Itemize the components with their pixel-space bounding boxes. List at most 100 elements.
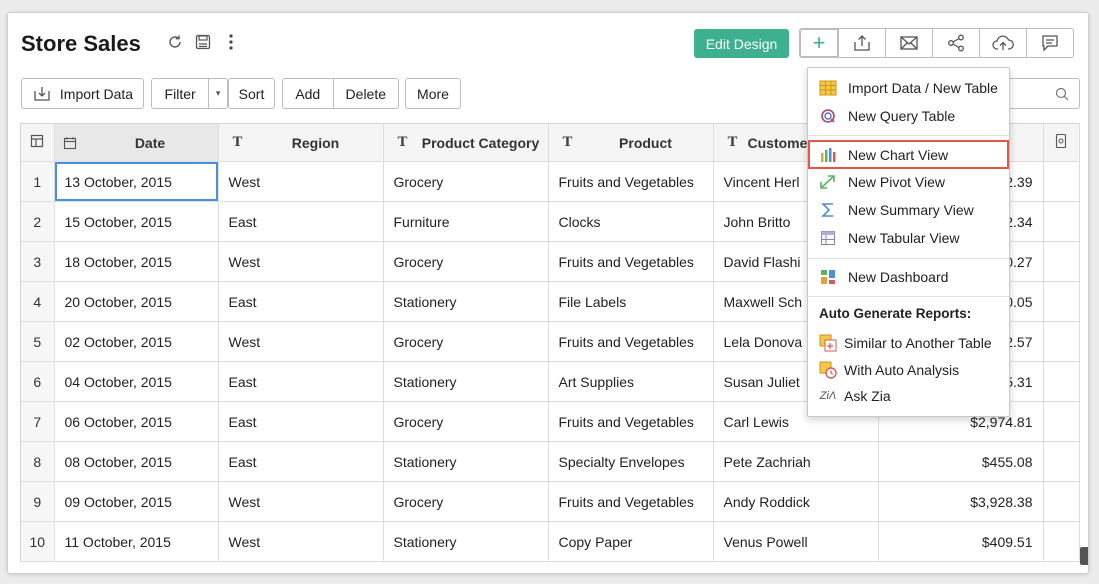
date-cell[interactable]: 06 October, 2015 <box>54 401 219 442</box>
sales-cell[interactable]: $3,928.38 <box>878 481 1044 522</box>
trailing-cell[interactable] <box>1043 201 1080 242</box>
category-cell[interactable]: Furniture <box>383 201 549 242</box>
product-cell[interactable]: Fruits and Vegetables <box>548 161 714 202</box>
date-cell[interactable]: 09 October, 2015 <box>54 481 219 522</box>
row-number[interactable]: 1 <box>21 161 55 202</box>
category-cell[interactable]: Stationery <box>383 281 549 322</box>
menu-item-auto-analysis[interactable]: With Auto Analysis <box>808 357 1009 383</box>
sales-cell[interactable]: $409.51 <box>878 521 1044 562</box>
table-row[interactable]: 8 08 October, 2015 East Stationery Specialty… <box>21 441 1080 482</box>
column-header-region[interactable]: T Region <box>218 123 384 162</box>
category-cell[interactable]: Grocery <box>383 161 549 202</box>
date-cell[interactable]: 13 October, 2015 <box>54 161 219 202</box>
date-cell[interactable]: 15 October, 2015 <box>54 201 219 242</box>
region-cell[interactable]: East <box>218 281 384 322</box>
edit-design-button[interactable]: Edit Design <box>694 29 789 58</box>
customer-cell[interactable]: Venus Powell <box>713 521 879 562</box>
publish-button[interactable] <box>979 28 1027 58</box>
date-cell[interactable]: 11 October, 2015 <box>54 521 219 562</box>
import-data-button[interactable]: Import Data <box>21 78 144 109</box>
menu-item-new-dashboard[interactable]: New Dashboard <box>808 264 1009 290</box>
date-cell[interactable]: 08 October, 2015 <box>54 441 219 482</box>
sort-button[interactable]: Sort <box>228 78 275 109</box>
scroll-handle[interactable] <box>1080 547 1088 565</box>
row-number[interactable]: 10 <box>21 521 55 562</box>
table-row[interactable]: 10 11 October, 2015 West Stationery Copy Pap… <box>21 521 1080 562</box>
product-cell[interactable]: Copy Paper <box>548 521 714 562</box>
category-cell[interactable]: Grocery <box>383 321 549 362</box>
region-cell[interactable]: East <box>218 401 384 442</box>
category-cell[interactable]: Stationery <box>383 441 549 482</box>
trailing-cell[interactable] <box>1043 241 1080 282</box>
save-icon[interactable] <box>194 33 212 51</box>
share-button[interactable] <box>932 28 980 58</box>
product-cell[interactable]: Specialty Envelopes <box>548 441 714 482</box>
region-cell[interactable]: East <box>218 361 384 402</box>
column-header-product-category[interactable]: T Product Category <box>383 123 549 162</box>
create-new-button[interactable]: + <box>799 28 839 58</box>
date-cell[interactable]: 18 October, 2015 <box>54 241 219 282</box>
customer-cell[interactable]: Pete Zachriah <box>713 441 879 482</box>
product-cell[interactable]: File Labels <box>548 281 714 322</box>
menu-item-similar-table[interactable]: Similar to Another Table <box>808 330 1009 356</box>
region-cell[interactable]: West <box>218 161 384 202</box>
category-cell[interactable]: Stationery <box>383 361 549 402</box>
region-cell[interactable]: West <box>218 241 384 282</box>
export-button[interactable] <box>838 28 886 58</box>
region-cell[interactable]: East <box>218 201 384 242</box>
row-number[interactable]: 9 <box>21 481 55 522</box>
filter-button[interactable]: Filter <box>152 79 208 108</box>
row-number[interactable]: 6 <box>21 361 55 402</box>
row-number[interactable]: 8 <box>21 441 55 482</box>
date-cell[interactable]: 04 October, 2015 <box>54 361 219 402</box>
filter-dropdown[interactable]: ▾ <box>208 79 227 108</box>
row-number[interactable]: 7 <box>21 401 55 442</box>
product-cell[interactable]: Clocks <box>548 201 714 242</box>
customer-cell[interactable]: Andy Roddick <box>713 481 879 522</box>
sales-cell[interactable]: $455.08 <box>878 441 1044 482</box>
region-cell[interactable]: West <box>218 521 384 562</box>
product-cell[interactable]: Fruits and Vegetables <box>548 321 714 362</box>
menu-item-new-summary-view[interactable]: New Summary View <box>808 197 1009 223</box>
trailing-cell[interactable] <box>1043 361 1080 402</box>
column-header-product[interactable]: T Product <box>548 123 714 162</box>
row-number[interactable]: 5 <box>21 321 55 362</box>
add-column-header[interactable] <box>1043 123 1080 162</box>
product-cell[interactable]: Art Supplies <box>548 361 714 402</box>
menu-item-new-tabular-view[interactable]: New Tabular View <box>808 225 1009 251</box>
menu-item-new-pivot-view[interactable]: New Pivot View <box>808 169 1009 195</box>
region-cell[interactable]: East <box>218 441 384 482</box>
row-number[interactable]: 3 <box>21 241 55 282</box>
delete-button[interactable]: Delete <box>332 79 398 108</box>
row-select-header[interactable] <box>21 123 55 162</box>
category-cell[interactable]: Grocery <box>383 481 549 522</box>
table-row[interactable]: 9 09 October, 2015 West Grocery Fruits and V… <box>21 481 1080 522</box>
menu-item-ask-zia[interactable]: ZiΛ Ask Zia <box>808 383 1009 409</box>
menu-item-new-query-table[interactable]: New Query Table <box>808 103 1009 129</box>
more-vertical-icon[interactable] <box>222 33 240 51</box>
product-cell[interactable]: Fruits and Vegetables <box>548 241 714 282</box>
email-button[interactable] <box>885 28 933 58</box>
region-cell[interactable]: West <box>218 481 384 522</box>
menu-item-new-chart-view[interactable]: New Chart View <box>808 140 1009 169</box>
category-cell[interactable]: Stationery <box>383 521 549 562</box>
refresh-icon[interactable] <box>166 33 184 51</box>
trailing-cell[interactable] <box>1043 161 1080 202</box>
row-number[interactable]: 2 <box>21 201 55 242</box>
trailing-cell[interactable] <box>1043 481 1080 522</box>
category-cell[interactable]: Grocery <box>383 401 549 442</box>
column-header-date[interactable]: Date <box>54 123 219 162</box>
comment-button[interactable] <box>1026 28 1074 58</box>
trailing-cell[interactable] <box>1043 281 1080 322</box>
search-input[interactable] <box>1001 78 1080 109</box>
menu-item-import-new-table[interactable]: Import Data / New Table <box>808 75 1009 101</box>
more-button[interactable]: More <box>405 78 461 109</box>
row-number[interactable]: 4 <box>21 281 55 322</box>
date-cell[interactable]: 02 October, 2015 <box>54 321 219 362</box>
category-cell[interactable]: Grocery <box>383 241 549 282</box>
product-cell[interactable]: Fruits and Vegetables <box>548 481 714 522</box>
date-cell[interactable]: 20 October, 2015 <box>54 281 219 322</box>
trailing-cell[interactable] <box>1043 441 1080 482</box>
product-cell[interactable]: Fruits and Vegetables <box>548 401 714 442</box>
trailing-cell[interactable] <box>1043 401 1080 442</box>
